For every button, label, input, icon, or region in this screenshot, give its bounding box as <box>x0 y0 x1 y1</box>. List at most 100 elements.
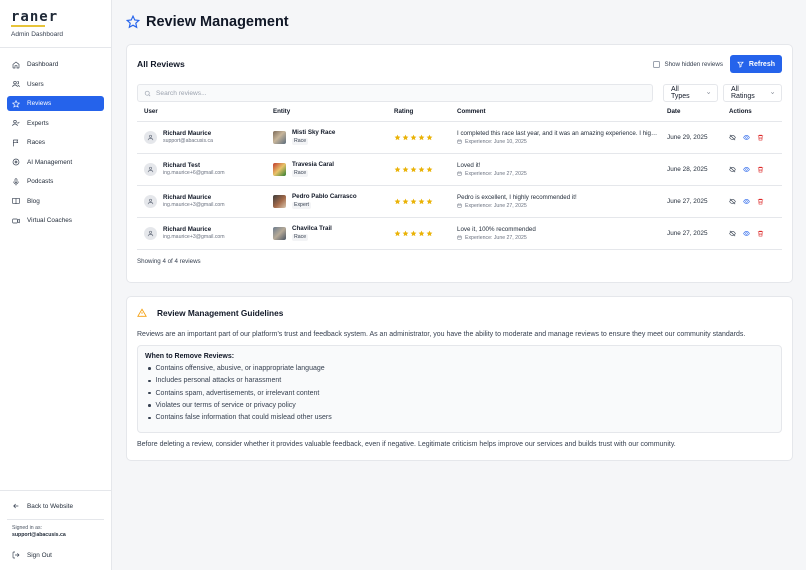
user-email: ing.maurice+3@gmail.com <box>163 201 225 208</box>
sidebar-item-ai-management[interactable]: AI Management <box>7 155 104 170</box>
comment-cell: Love it, 100% recommended Experience: Ju… <box>450 217 660 250</box>
warning-icon <box>137 307 147 317</box>
entity-type-badge: Race <box>292 138 309 145</box>
star-icon <box>394 166 401 172</box>
sidebar-item-users[interactable]: Users <box>7 77 104 92</box>
refresh-button[interactable]: Refresh <box>729 55 782 73</box>
rating-cell <box>387 217 450 250</box>
guidelines-card: Review Management Guidelines Reviews are… <box>126 295 793 461</box>
logout-icon <box>12 551 20 559</box>
sidebar: raner Admin Dashboard Dashboard Users Re… <box>0 0 112 570</box>
users-icon <box>12 81 20 88</box>
sidebar-item-label: Users <box>27 80 44 88</box>
sidebar-item-podcasts[interactable]: Podcasts <box>7 174 104 189</box>
sidebar-item-virtual-coaches[interactable]: Virtual Coaches <box>7 213 104 228</box>
table-row: Richard Maurice ing.maurice+3@gmail.com C… <box>137 217 782 250</box>
sidebar-item-label: Podcasts <box>27 178 54 185</box>
entity-name[interactable]: Travesia Caral <box>292 161 334 169</box>
entity-thumbnail <box>273 194 286 208</box>
user-cell: Richard Maurice support@abacusis.ca <box>137 121 266 154</box>
entity-thumbnail <box>273 130 286 144</box>
sidebar-item-reviews[interactable]: Reviews <box>7 96 104 111</box>
video-icon <box>12 218 20 223</box>
rating-stars <box>394 134 450 141</box>
comment-text: Pedro is excellent, I highly recommended… <box>457 193 577 201</box>
view-icon[interactable] <box>743 198 750 205</box>
comment-cell: Pedro is excellent, I highly recommended… <box>450 185 660 218</box>
star-icon <box>394 134 401 140</box>
trash-icon[interactable] <box>757 166 764 173</box>
user-icon <box>147 198 154 204</box>
experience-date: Experience: June 27, 2025 <box>457 170 660 178</box>
checkbox-box[interactable] <box>653 60 661 68</box>
entity-name[interactable]: Misti Sky Race <box>292 129 335 137</box>
user-icon <box>147 166 154 172</box>
list-item: Contains offensive, abusive, or inapprop… <box>145 363 774 375</box>
experience-date: Experience: June 10, 2025 <box>457 138 660 146</box>
reviews-table: User Entity Rating Comment Date Actions … <box>137 103 782 250</box>
star-icon <box>410 166 417 172</box>
trash-icon[interactable] <box>757 230 764 237</box>
search-input[interactable]: Search reviews... <box>137 84 653 102</box>
flag-icon <box>13 139 19 146</box>
calendar-icon <box>457 203 462 208</box>
sidebar-item-label: Reviews <box>27 100 52 107</box>
entity-cell: Misti Sky Race Race <box>266 121 387 154</box>
sidebar-item-blog[interactable]: Blog <box>7 194 104 209</box>
experience-label: Experience: June 27, 2025 <box>465 202 527 209</box>
entity-type-badge: Race <box>292 170 309 177</box>
view-icon[interactable] <box>743 134 750 141</box>
column-header-entity: Entity <box>266 103 387 122</box>
back-to-website-label: Back to Website <box>27 502 74 510</box>
sidebar-item-dashboard[interactable]: Dashboard <box>7 57 104 72</box>
date-cell: June 27, 2025 <box>660 217 722 250</box>
star-icon <box>426 230 433 236</box>
user-name: Richard Maurice <box>163 225 212 233</box>
star-icon <box>410 198 417 204</box>
user-name: Richard Test <box>163 161 201 169</box>
sidebar-item-races[interactable]: Races <box>7 135 104 150</box>
rating-filter-select[interactable]: All Ratings <box>723 84 782 102</box>
star-icon <box>410 230 417 236</box>
star-icon <box>418 166 425 172</box>
sidebar-item-experts[interactable]: Experts <box>7 116 104 131</box>
list-item: Contains spam, advertisements, or irrele… <box>145 387 774 399</box>
star-icon <box>418 198 425 204</box>
hide-icon[interactable] <box>729 230 736 237</box>
user-email: ing.maurice+6@gmail.com <box>163 169 225 176</box>
view-icon[interactable] <box>743 230 750 237</box>
brand-subtitle: Admin Dashboard <box>11 31 64 38</box>
review-date: June 28, 2025 <box>667 165 708 173</box>
rating-stars <box>394 230 450 237</box>
sidebar-item-label: Experts <box>27 119 49 127</box>
rating-filter-value: All Ratings <box>731 86 755 100</box>
logo-underline <box>11 25 45 27</box>
view-icon[interactable] <box>743 166 750 173</box>
user-icon <box>147 134 154 140</box>
hide-icon[interactable] <box>729 166 736 173</box>
hide-icon[interactable] <box>729 198 736 205</box>
type-filter-select[interactable]: All Types <box>663 84 718 102</box>
brain-icon <box>12 158 20 166</box>
sidebar-item-label: Dashboard <box>27 61 59 68</box>
list-item: Violates our terms of service or privacy… <box>145 399 774 411</box>
rating-cell <box>387 185 450 218</box>
trash-icon[interactable] <box>757 134 764 141</box>
entity-name[interactable]: Chavilca Trail <box>292 225 332 233</box>
signed-in-email: support@abacusis.ca <box>12 531 66 538</box>
sign-out-button[interactable]: Sign Out <box>7 548 104 562</box>
entity-thumbnail <box>273 162 286 176</box>
experience-date: Experience: June 27, 2025 <box>457 234 660 242</box>
type-filter-value: All Types <box>671 86 690 100</box>
hide-icon[interactable] <box>729 134 736 141</box>
entity-name[interactable]: Pedro Pablo Carrasco <box>292 193 357 201</box>
back-to-website-link[interactable]: Back to Website <box>7 499 104 513</box>
logo[interactable]: raner <box>11 10 101 24</box>
show-hidden-checkbox[interactable]: Show hidden reviews <box>653 60 723 68</box>
table-row: Richard Maurice support@abacusis.ca Misti… <box>137 121 782 154</box>
removal-criteria-list: Contains offensive, abusive, or inapprop… <box>145 363 774 424</box>
page-title: Review Management <box>146 14 289 30</box>
book-icon <box>12 198 20 205</box>
guidelines-outro: Before deleting a review, consider wheth… <box>137 440 676 448</box>
trash-icon[interactable] <box>757 198 764 205</box>
